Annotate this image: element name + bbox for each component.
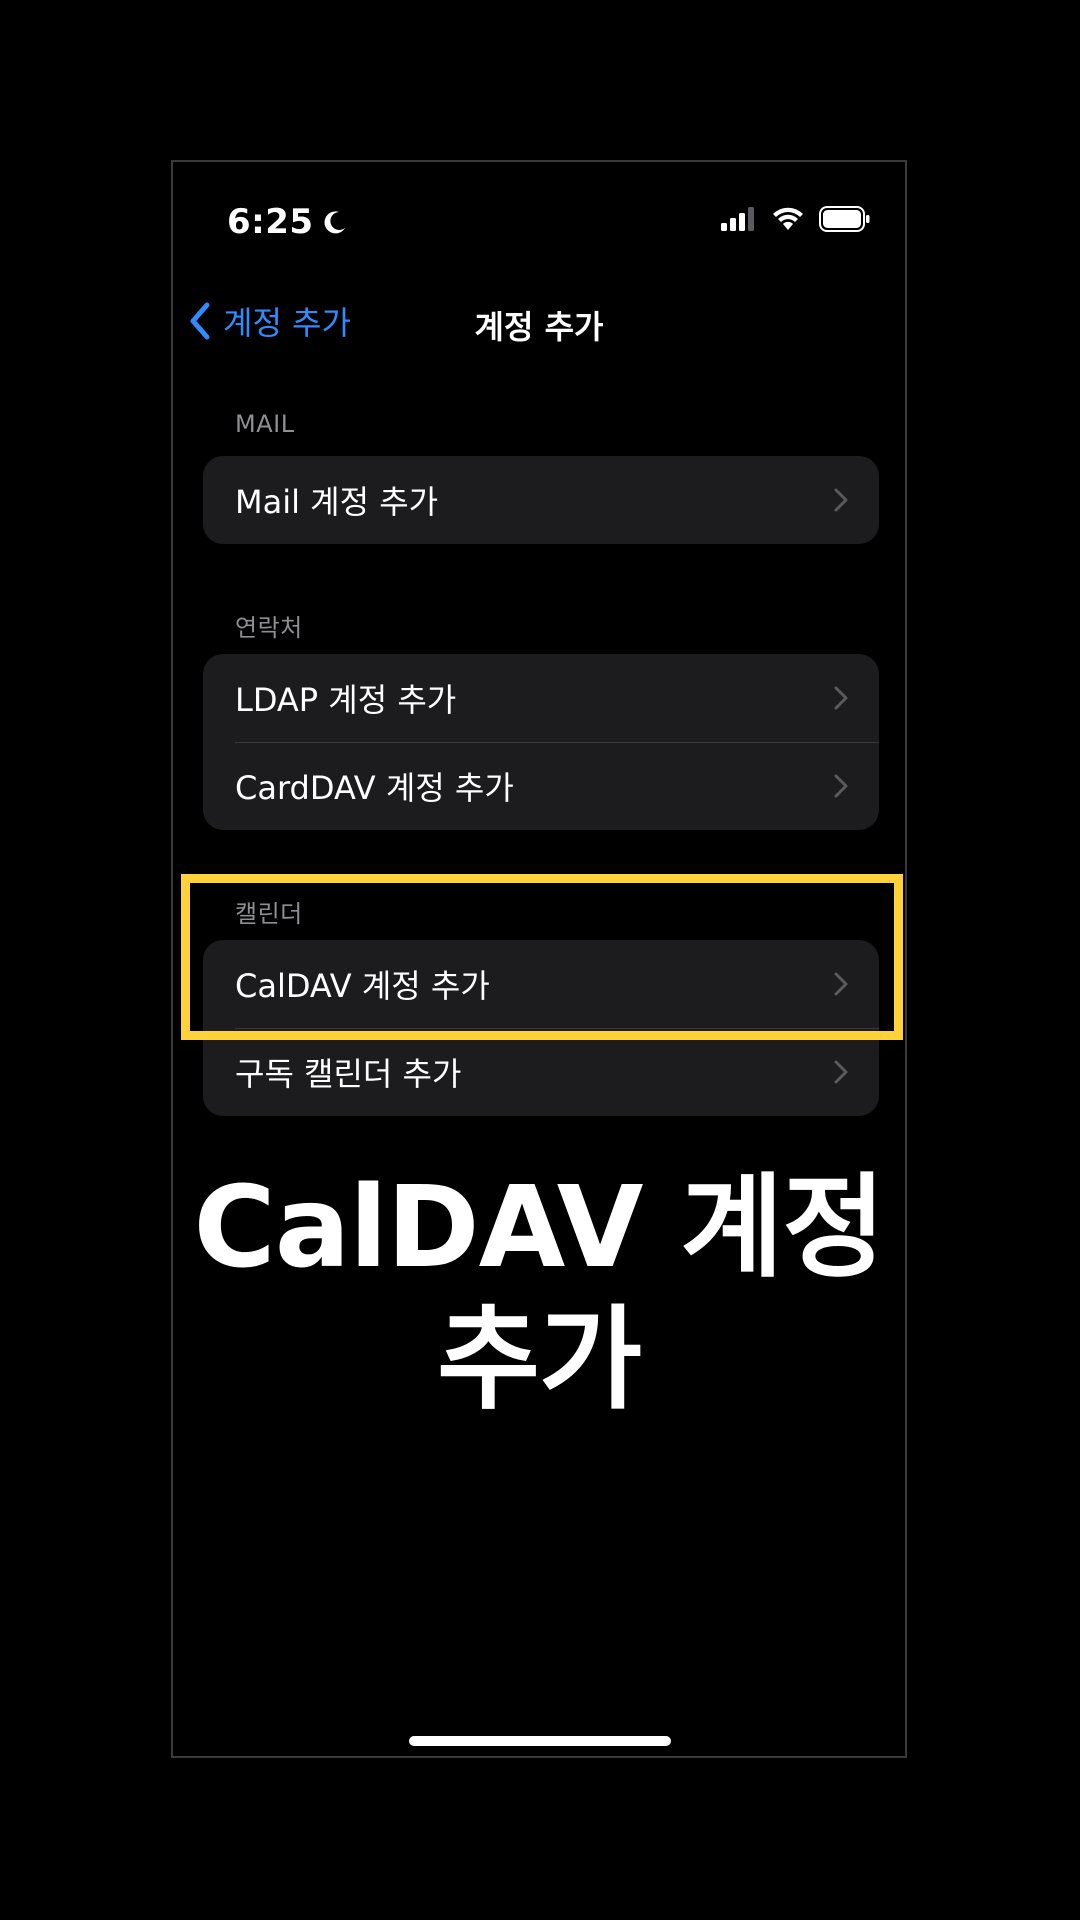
battery-icon	[819, 206, 870, 232]
row-add-mail-account[interactable]: Mail 계정 추가	[203, 456, 879, 544]
status-icons	[721, 206, 871, 232]
signal-icon	[721, 207, 754, 231]
section-header-calendar: 캘린더	[235, 900, 303, 928]
chevron-right-icon	[834, 686, 848, 710]
status-bar: 6:25	[173, 162, 905, 242]
caption-line-2: 추가	[436, 1295, 642, 1425]
group-mail: Mail 계정 추가	[203, 456, 879, 544]
page-title: 계정 추가	[474, 308, 604, 346]
home-indicator	[409, 1736, 671, 1746]
row-add-ldap-account[interactable]: LDAP 계정 추가	[203, 654, 879, 742]
row-label: LDAP 계정 추가	[235, 681, 457, 719]
moon-icon	[324, 211, 345, 234]
chevron-right-icon	[834, 774, 848, 798]
row-add-subscribed-calendar[interactable]: 구독 캘린더 추가	[203, 1028, 879, 1116]
row-label: CalDAV 계정 추가	[235, 967, 490, 1005]
chevron-right-icon	[834, 488, 848, 512]
row-label: Mail 계정 추가	[235, 483, 439, 521]
caption-line-1: CalDAV 계정	[193, 1163, 886, 1293]
caption: CalDAV 계정 추가	[173, 1162, 905, 1426]
navigation-bar: 계정 추가 계정 추가	[173, 272, 905, 352]
section-header-mail: MAIL	[235, 410, 295, 438]
row-add-carddav-account[interactable]: CardDAV 계정 추가	[203, 742, 879, 830]
status-time-group: 6:25	[227, 202, 348, 242]
chevron-right-icon	[834, 972, 848, 996]
status-time: 6:25	[227, 202, 314, 242]
section-header-contacts: 연락처	[235, 614, 303, 642]
group-contacts: LDAP 계정 추가 CardDAV 계정 추가	[203, 654, 879, 830]
group-calendar: CalDAV 계정 추가 구독 캘린더 추가	[203, 940, 879, 1116]
row-add-caldav-account[interactable]: CalDAV 계정 추가	[203, 940, 879, 1028]
row-label: CardDAV 계정 추가	[235, 769, 514, 807]
row-label: 구독 캘린더 추가	[235, 1055, 462, 1093]
chevron-right-icon	[834, 1060, 848, 1084]
wifi-icon	[773, 207, 803, 230]
canvas: 6:25 계정 추가 계정 추가 MAIL Mail 계정 추가 연락처 LDA…	[0, 0, 1080, 1920]
phone-screen: 6:25 계정 추가 계정 추가 MAIL Mail 계정 추가 연락처 LDA…	[171, 160, 907, 1758]
